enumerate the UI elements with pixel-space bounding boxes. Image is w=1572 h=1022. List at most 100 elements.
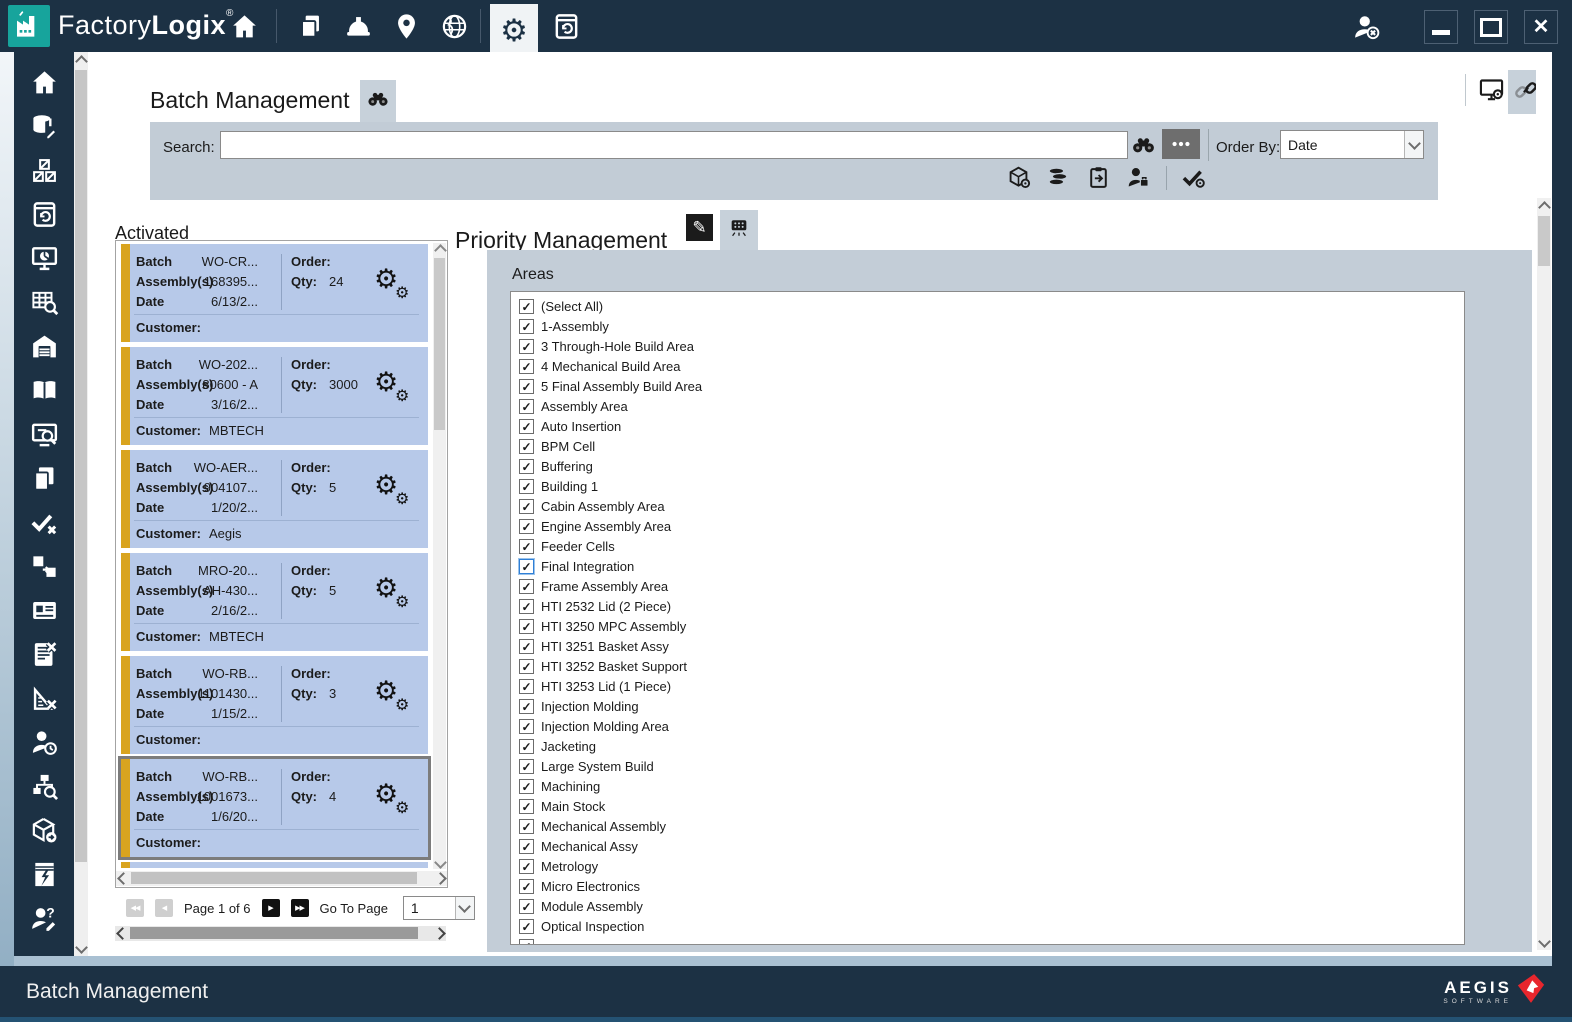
sidebar-item-monitor-dashboard[interactable]: [22, 246, 66, 276]
scroll-up-icon[interactable]: [433, 243, 447, 257]
area-checkbox[interactable]: ✓: [519, 559, 534, 574]
user-bag-icon[interactable]: [1126, 165, 1152, 191]
first-page-button[interactable]: ◀◀: [126, 899, 144, 917]
batch-card-4[interactable]: BatchMRO-20...Assembly(s)AH-430...Date2/…: [121, 553, 428, 651]
activated-horizontal-scrollbar[interactable]: [116, 871, 447, 886]
area-checkbox[interactable]: ✓: [519, 799, 534, 814]
sidebar-item-user-clock[interactable]: [22, 730, 66, 760]
scroll-right-icon[interactable]: [433, 871, 447, 885]
area-row[interactable]: ✓HTI 3250 MPC Assembly: [517, 617, 1464, 637]
area-row[interactable]: ✓Frame Assembly Area: [517, 577, 1464, 597]
area-checkbox[interactable]: ✓: [519, 679, 534, 694]
sidebar-item-user-question-edit[interactable]: ?: [22, 906, 66, 936]
area-checkbox[interactable]: ✓: [519, 379, 534, 394]
list-bottom-scrollbar[interactable]: [115, 926, 446, 941]
area-row[interactable]: ✓(Select All): [517, 297, 1464, 317]
copy-pages-icon[interactable]: [292, 10, 328, 42]
area-checkbox[interactable]: ✓: [519, 879, 534, 894]
batch-gears-icon[interactable]: ⚙⚙: [374, 264, 420, 310]
sidebar-item-home[interactable]: [22, 70, 66, 100]
content-vertical-scrollbar[interactable]: [1536, 52, 1552, 956]
area-checkbox[interactable]: ✓: [519, 619, 534, 634]
area-checkbox[interactable]: ✓: [519, 939, 534, 945]
scrollbar-thumb[interactable]: [130, 927, 418, 939]
area-row[interactable]: ✓Auto Insertion: [517, 417, 1464, 437]
hard-hat-icon[interactable]: [340, 10, 376, 42]
search-view-tab[interactable]: [360, 80, 396, 122]
previous-page-button[interactable]: ◀: [155, 899, 173, 917]
sidebar-item-box-transfer[interactable]: [22, 554, 66, 584]
coins-icon[interactable]: [1046, 165, 1072, 191]
area-checkbox[interactable]: ✓: [519, 419, 534, 434]
batch-card-2[interactable]: BatchWO-202...Assembly(s)80600 - ADate3/…: [121, 347, 428, 445]
area-row[interactable]: ✓1-Assembly: [517, 317, 1464, 337]
next-page-button[interactable]: ▶: [262, 899, 280, 917]
area-row[interactable]: ✓Injection Molding: [517, 697, 1464, 717]
sidebar-item-database-edit[interactable]: [22, 114, 66, 144]
close-button[interactable]: ✕: [1524, 10, 1558, 44]
maximize-button[interactable]: [1474, 10, 1508, 44]
batch-card-partial[interactable]: [121, 862, 428, 868]
sidebar-item-copy-documents[interactable]: [22, 466, 66, 496]
scrollbar-thumb[interactable]: [75, 70, 87, 862]
area-checkbox[interactable]: ✓: [519, 359, 534, 374]
link-view-tab[interactable]: [1508, 70, 1536, 114]
area-row[interactable]: ✓Building 1: [517, 477, 1464, 497]
area-row[interactable]: ✓Final Integration: [517, 557, 1464, 577]
area-row[interactable]: ✓Mechanical Assy: [517, 837, 1464, 857]
area-row[interactable]: ✓Feeder Cells: [517, 537, 1464, 557]
area-row[interactable]: ✓Optical Inspection: [517, 917, 1464, 937]
area-row[interactable]: ✓Module Assembly: [517, 897, 1464, 917]
batch-gears-icon[interactable]: ⚙⚙: [374, 779, 420, 825]
area-row[interactable]: ✓Cabin Assembly Area: [517, 497, 1464, 517]
location-pin-icon[interactable]: [388, 10, 424, 42]
sidebar-item-check-cancel[interactable]: [22, 510, 66, 540]
more-options-button[interactable]: [1162, 129, 1200, 159]
scrollbar-track[interactable]: [1537, 198, 1551, 950]
area-row[interactable]: ✓4 Mechanical Build Area: [517, 357, 1464, 377]
area-checkbox[interactable]: ✓: [519, 639, 534, 654]
area-checkbox[interactable]: ✓: [519, 439, 534, 454]
sidebar-item-torn-record[interactable]: [22, 862, 66, 892]
batch-gears-icon[interactable]: ⚙⚙: [374, 367, 420, 413]
user-logout-icon[interactable]: [1348, 11, 1384, 43]
scroll-down-icon[interactable]: [74, 940, 88, 954]
content-horizontal-scrollbar[interactable]: [14, 956, 1552, 966]
area-row[interactable]: ✓HTI 2532 Lid (2 Piece): [517, 597, 1464, 617]
area-checkbox[interactable]: ✓: [519, 339, 534, 354]
batch-gears-icon[interactable]: ⚙⚙: [374, 676, 420, 722]
sidebar-item-cube-forward[interactable]: [22, 818, 66, 848]
batch-card-1[interactable]: BatchWO-CR...Assembly(s)168395...Date6/1…: [121, 244, 428, 342]
area-row[interactable]: ✓Large System Build: [517, 757, 1464, 777]
scrollbar-thumb[interactable]: [131, 872, 417, 884]
search-input[interactable]: [220, 131, 1128, 159]
area-row[interactable]: ✓Metrology: [517, 857, 1464, 877]
order-by-select[interactable]: Date: [1280, 130, 1424, 159]
search-binoculars-icon[interactable]: [1130, 133, 1158, 159]
batch-card-3[interactable]: BatchWO-AER...Assembly(s)904107...Date1/…: [121, 450, 428, 548]
area-checkbox[interactable]: ✓: [519, 699, 534, 714]
area-checkbox[interactable]: ✓: [519, 719, 534, 734]
area-row[interactable]: ✓Machining: [517, 777, 1464, 797]
area-row[interactable]: ✓3 Through-Hole Build Area: [517, 337, 1464, 357]
sidebar-item-book-history[interactable]: [22, 202, 66, 232]
area-checkbox[interactable]: ✓: [519, 819, 534, 834]
area-row[interactable]: ✓HTI 3251 Basket Assy: [517, 637, 1464, 657]
area-row-partial[interactable]: ✓: [517, 937, 1464, 945]
area-checkbox[interactable]: ✓: [519, 859, 534, 874]
sidebar-item-warehouse[interactable]: [22, 334, 66, 364]
scrollbar-thumb[interactable]: [434, 258, 445, 430]
goto-page-select[interactable]: 1: [403, 896, 475, 920]
sidebar-item-ruler-cancel[interactable]: [22, 686, 66, 716]
minimize-button[interactable]: [1424, 10, 1458, 44]
sidebar-item-monitor-search[interactable]: [22, 422, 66, 452]
sidebar-item-hierarchy-search[interactable]: [22, 774, 66, 804]
sidebar-item-id-card[interactable]: [22, 598, 66, 628]
area-checkbox[interactable]: ✓: [519, 659, 534, 674]
area-checkbox[interactable]: ✓: [519, 459, 534, 474]
last-page-button[interactable]: ▶▶: [291, 899, 309, 917]
area-row[interactable]: ✓HTI 3252 Basket Support: [517, 657, 1464, 677]
scroll-up-icon[interactable]: [74, 54, 88, 68]
area-row[interactable]: ✓Buffering: [517, 457, 1464, 477]
scroll-up-icon[interactable]: [1537, 200, 1551, 214]
